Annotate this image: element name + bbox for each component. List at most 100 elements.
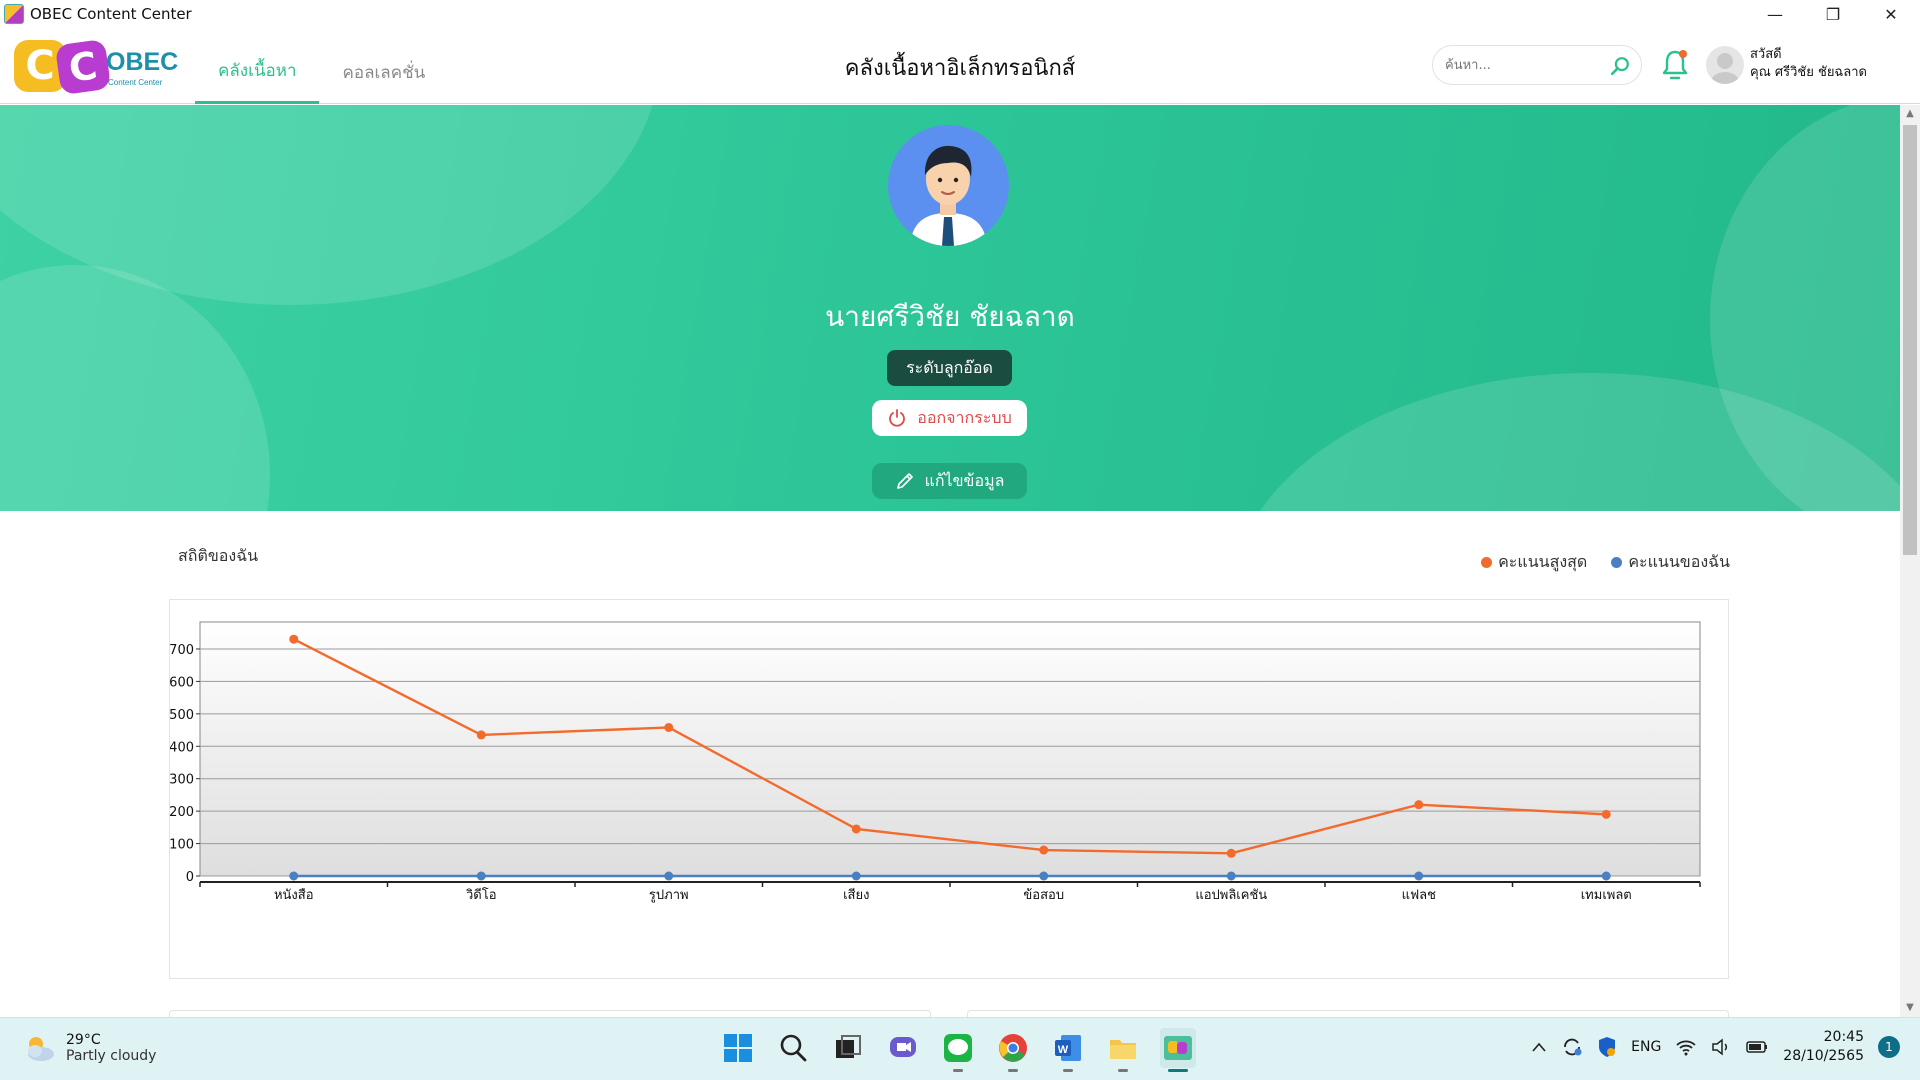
stats-title: สถิติของฉัน (178, 546, 259, 565)
volume-icon[interactable] (1711, 1038, 1731, 1056)
running-indicator (1063, 1069, 1073, 1072)
greeting-text: สวัสดี (1750, 47, 1782, 62)
search-input[interactable] (1445, 54, 1595, 76)
chrome-button[interactable] (995, 1028, 1031, 1072)
stats-line-chart: 0 100 200 300 400 500 600 700 หนังสือ วิดีโอ รูปภา… (169, 621, 1701, 903)
data-point (476, 730, 486, 740)
windows-taskbar: 29°C Partly cloudy W ENG 20:45 28/10/256… (0, 1017, 1920, 1080)
running-indicator (1168, 1069, 1188, 1072)
page-scrollbar[interactable]: ▲ ▼ (1900, 105, 1920, 1017)
x-tick-label: แอปพลิเคชัน (1195, 888, 1267, 903)
y-tick-label: 600 (170, 675, 194, 690)
chat-icon (890, 1037, 916, 1057)
tab-content-library[interactable]: คลังเนื้อหา (195, 28, 320, 104)
profile-banner: นายศรีวิชัย ชัยฉลาด ระดับลูกอ๊อด ออกจากร… (0, 105, 1900, 511)
scroll-up-arrow[interactable]: ▲ (1900, 105, 1920, 123)
window-titlebar: OBEC Content Center — ❐ ✕ (0, 0, 1920, 28)
obec-logo[interactable]: C C OBEC Content Center (14, 38, 179, 96)
main-nav: คลังเนื้อหา คอลเลคชั่น (195, 28, 448, 104)
data-point (289, 634, 299, 644)
task-view-button[interactable] (830, 1028, 866, 1068)
x-tick-label: วิดีโอ (465, 887, 496, 903)
line-icon (944, 1034, 972, 1062)
data-point (1601, 809, 1611, 819)
search-box (1432, 45, 1642, 85)
data-point (289, 871, 299, 881)
data-point (1226, 848, 1236, 858)
data-point (1601, 871, 1611, 881)
close-button[interactable]: ✕ (1862, 0, 1920, 28)
data-point (1039, 845, 1049, 855)
y-tick-label: 200 (170, 805, 194, 820)
bell-icon[interactable] (1660, 48, 1690, 82)
start-button[interactable] (720, 1028, 756, 1068)
pencil-icon (896, 473, 913, 489)
profile-name: นายศรีวิชัย ชัยฉลาด (825, 300, 1075, 333)
battery-icon[interactable] (1745, 1039, 1769, 1055)
power-icon (889, 409, 906, 427)
scroll-thumb[interactable] (1903, 125, 1917, 555)
chrome-icon (999, 1034, 1027, 1062)
line-app-button[interactable] (940, 1028, 976, 1072)
notification-badge[interactable]: 1 (1878, 1036, 1900, 1058)
logo-letter-2: C (54, 38, 112, 96)
x-tick-label: เสียง (843, 887, 869, 903)
legend-item-mine: คะแนนของฉัน (1611, 550, 1730, 575)
restore-button[interactable]: ❐ (1804, 0, 1862, 28)
user-name-short: คุณ ศรีวิชัย ชัยฉลาด (1750, 65, 1867, 80)
search-taskbar-button[interactable] (775, 1028, 811, 1068)
logout-label: ออกจากระบบ (917, 407, 1012, 427)
minimize-button[interactable]: — (1746, 0, 1804, 28)
x-tick-label: ข้อสอบ (1023, 888, 1064, 903)
wifi-icon[interactable] (1675, 1038, 1697, 1056)
scroll-down-arrow[interactable]: ▼ (1900, 999, 1920, 1017)
profile-avatar (888, 125, 1009, 246)
legend-label: คะแนนของฉัน (1628, 552, 1730, 571)
avatar[interactable] (1706, 46, 1744, 84)
logo-subtext: Content Center (108, 78, 163, 87)
logout-button[interactable]: ออกจากระบบ (872, 400, 1027, 436)
weather-condition: Partly cloudy (66, 1048, 157, 1064)
file-explorer-button[interactable] (1105, 1028, 1141, 1072)
data-point (851, 824, 861, 834)
logo-text: OBEC (106, 48, 179, 76)
legend-dot (1481, 557, 1493, 568)
y-tick-label: 500 (170, 708, 194, 723)
x-tick-label: รูปภาพ (649, 888, 689, 903)
data-point (1414, 800, 1424, 810)
word-button[interactable]: W (1050, 1028, 1086, 1072)
data-point (1226, 871, 1236, 881)
data-point (664, 722, 674, 732)
user-greeting[interactable]: สวัสดี คุณ ศรีวิชัย ชัยฉลาด (1750, 46, 1867, 82)
sync-icon[interactable] (1561, 1037, 1583, 1057)
task-view-icon (836, 1035, 861, 1058)
x-tick-label: แฟลช (1402, 888, 1437, 903)
clock-date: 28/10/2565 (1783, 1048, 1864, 1064)
running-indicator (953, 1069, 963, 1072)
search-icon[interactable] (1609, 55, 1631, 77)
clock-time: 20:45 (1823, 1029, 1864, 1045)
legend-dot (1611, 557, 1623, 568)
partly-cloudy-icon (28, 1037, 54, 1061)
clock[interactable]: 20:45 28/10/2565 (1783, 1028, 1864, 1066)
legend-item-max: คะแนนสูงสุด (1481, 550, 1587, 575)
teams-chat-button[interactable] (885, 1028, 921, 1068)
y-tick-label: 100 (170, 838, 194, 853)
y-tick-label: 700 (170, 643, 194, 658)
x-tick-label: เทมเพลต (1581, 888, 1632, 903)
tab-collections[interactable]: คอลเลคชั่น (319, 28, 448, 104)
language-indicator[interactable]: ENG (1631, 1039, 1661, 1055)
stats-chart-card: 0 100 200 300 400 500 600 700 หนังสือ วิดีโอ รูปภา… (169, 599, 1729, 979)
weather-widget[interactable]: 29°C Partly cloudy (22, 1032, 156, 1064)
y-tick-label: 0 (186, 870, 194, 885)
running-indicator (1118, 1069, 1128, 1072)
x-tick-label: หนังสือ (274, 887, 314, 903)
obec-app-button[interactable] (1160, 1028, 1196, 1072)
svg-text:W: W (1058, 1044, 1069, 1056)
folder-icon (1110, 1040, 1136, 1059)
chevron-up-icon[interactable] (1531, 1041, 1547, 1053)
security-shield-icon[interactable] (1597, 1036, 1617, 1058)
y-tick-label: 300 (170, 773, 194, 788)
edit-profile-button[interactable]: แก้ไขข้อมูล (872, 463, 1027, 499)
data-point (664, 871, 674, 881)
